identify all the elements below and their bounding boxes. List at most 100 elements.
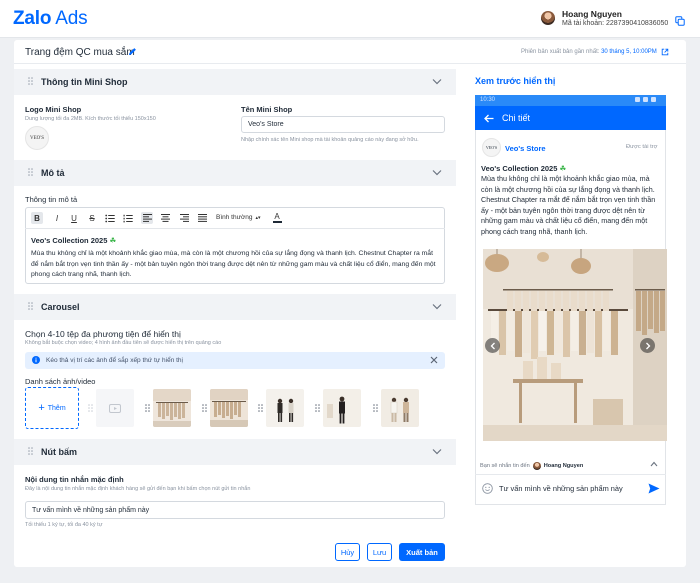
carousel-prev-button[interactable] (485, 338, 500, 353)
drag-handle-icon[interactable] (258, 404, 263, 414)
chevron-right-icon (645, 342, 650, 349)
sticker-icon[interactable] (482, 483, 493, 494)
signal-icon (635, 97, 640, 102)
external-link-icon[interactable] (661, 48, 669, 56)
shop-logo-image[interactable]: VEO'S (25, 126, 49, 150)
media-thumbnail[interactable] (153, 389, 191, 427)
sponsored-label: Được tài trợ (626, 144, 658, 150)
close-icon[interactable] (430, 356, 438, 364)
align-center-icon[interactable] (159, 212, 171, 224)
align-right-icon[interactable] (178, 212, 190, 224)
drag-handle-icon[interactable] (28, 77, 33, 87)
preview-heading-text: Veo's Collection 2025 (481, 164, 558, 173)
section-title-mini-shop: Thông tin Mini Shop (41, 77, 128, 87)
clover-icon: ☘ (109, 236, 117, 245)
text-color-letter: A (274, 212, 280, 222)
media-thumbnail[interactable] (210, 389, 248, 427)
text-color-button[interactable]: A (271, 212, 283, 224)
top-bar (0, 0, 700, 38)
nav-title: Chi tiết (502, 113, 531, 123)
section-header-description[interactable] (14, 160, 456, 186)
drag-handle-icon[interactable] (373, 404, 378, 414)
drag-handle-icon[interactable] (315, 404, 320, 414)
chevron-down-icon[interactable] (432, 448, 442, 455)
drag-handle-icon[interactable] (28, 447, 33, 457)
shop-logo-text: VEO'S (30, 135, 44, 141)
media-thumbnail[interactable] (381, 389, 419, 427)
user-avatar[interactable] (541, 11, 555, 25)
shop-name-input[interactable]: Veo's Store (241, 116, 445, 133)
preview-body: Mùa thu không chỉ là một khoảnh khắc gia… (481, 174, 656, 236)
plus-icon: + (38, 402, 45, 414)
logo-hint: Dung lượng tối đa 2MB. Kích thước tối th… (25, 116, 156, 122)
media-thumbnail[interactable] (323, 389, 361, 427)
back-arrow-icon[interactable] (484, 114, 494, 123)
publish-button[interactable]: Xuất bản (399, 543, 445, 561)
chevron-up-icon[interactable] (650, 461, 658, 467)
send-icon[interactable] (648, 483, 660, 494)
numbered-list-icon[interactable] (122, 212, 134, 224)
underline-button[interactable]: U (68, 212, 80, 224)
align-left-icon[interactable] (141, 212, 153, 224)
drag-handle-icon[interactable] (88, 404, 93, 414)
account-id-line: Mã tài khoản: 2287390410836050 (562, 20, 668, 27)
page-title: Trang đệm QC mua sắm (25, 47, 135, 58)
info-icon (32, 356, 40, 364)
drag-handle-icon[interactable] (28, 168, 33, 178)
align-justify-icon[interactable] (196, 212, 208, 224)
shop-name-hint: Nhập chính xác tên Mini shop mà tài khoả… (241, 137, 419, 143)
drag-handle-icon[interactable] (145, 404, 150, 414)
add-media-button[interactable]: + Thêm (25, 387, 79, 429)
chevron-down-icon[interactable] (432, 169, 442, 176)
battery-icon (651, 97, 656, 102)
version-date-link[interactable]: 30 tháng 5, 10:00PM (601, 49, 657, 55)
chevron-down-icon[interactable] (432, 303, 442, 310)
drag-handle-icon[interactable] (202, 404, 207, 414)
header-divider (14, 63, 686, 64)
media-thumbnail[interactable] (266, 389, 304, 427)
recipient-avatar (532, 462, 541, 470)
sort-updown-icon: ▴▾ (255, 214, 261, 221)
editor-heading-text: Veo's Collection 2025 (31, 236, 108, 245)
strikethrough-button[interactable]: S (86, 212, 98, 224)
video-icon (109, 403, 121, 413)
preview-store-name[interactable]: Veo's Store (505, 144, 546, 153)
bullet-list-icon[interactable] (104, 212, 116, 224)
zalo-ads-logo[interactable]: Zalo Ads (13, 8, 88, 30)
shop-name-label: Tên Mini Shop (241, 105, 293, 114)
clover-icon: ☘ (559, 164, 567, 173)
default-message-hint: Đây là nội dung tin nhắn mặc định khách … (25, 486, 251, 492)
chevron-down-icon[interactable] (432, 78, 442, 85)
carousel-heading: Chọn 4-10 tệp đa phương tiện để hiển thị (25, 329, 181, 339)
section-title-description: Mô tả (41, 168, 65, 178)
color-underline (272, 221, 282, 223)
message-recipient-line: Bạn sẽ nhắn tin đến Hoang Nguyen (480, 462, 583, 470)
italic-button[interactable]: I (51, 212, 63, 224)
paragraph-style-select[interactable]: Bình thường ▴▾ (216, 214, 260, 221)
recipient-name: Hoang Nguyen (543, 463, 584, 469)
editor-body: Mùa thu không chỉ là một khoảnh khắc gia… (31, 250, 436, 278)
carousel-next-button[interactable] (640, 338, 655, 353)
edit-title-pencil-icon[interactable] (128, 47, 137, 56)
logo-label: Logo Mini Shop (25, 105, 82, 114)
drag-handle-icon[interactable] (28, 302, 33, 312)
account-id-value: 2287390410836050 (605, 20, 669, 27)
add-media-label: Thêm (47, 404, 66, 412)
default-message-label: Nội dung tin nhắn mặc định (25, 475, 124, 484)
editor-heading: Veo's Collection 2025 ☘ (31, 236, 116, 245)
version-label: Phiên bản xuất bản gần nhất: (521, 49, 600, 55)
copy-icon[interactable] (675, 16, 685, 26)
cancel-button[interactable]: Hủy (335, 543, 360, 561)
default-message-input[interactable]: Tư vấn mình về những sản phẩm này (25, 501, 445, 519)
save-button[interactable]: Lưu (367, 543, 392, 561)
media-list-label: Danh sách ảnh/video (25, 377, 96, 386)
section-header-carousel[interactable] (14, 294, 456, 320)
video-placeholder[interactable] (96, 389, 134, 427)
status-icons (635, 97, 656, 102)
status-time: 10:30 (480, 97, 496, 103)
logo-light-text: Ads (55, 8, 88, 29)
bold-button[interactable]: B (31, 212, 43, 224)
preview-logo-text: VEO'S (485, 145, 498, 150)
default-message-value: Tư vấn mình về những sản phẩm này (32, 506, 150, 514)
section-header-button[interactable] (14, 439, 456, 465)
